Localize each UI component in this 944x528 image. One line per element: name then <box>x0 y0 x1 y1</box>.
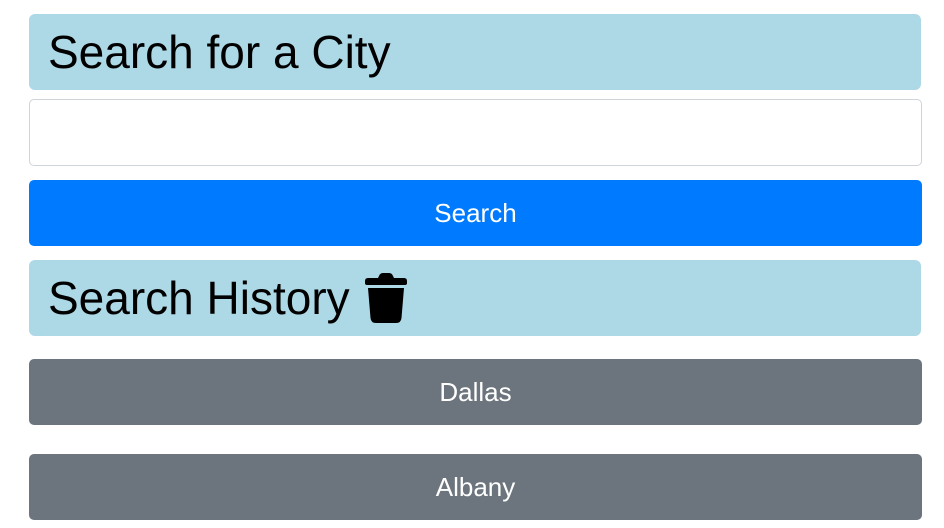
page: Search for a City Search Search History … <box>0 0 944 528</box>
history-item-dallas[interactable]: Dallas <box>29 359 922 425</box>
city-search-input[interactable] <box>29 99 922 166</box>
search-header: Search for a City <box>29 14 921 90</box>
history-header: Search History <box>29 260 921 336</box>
trash-icon[interactable] <box>364 273 408 323</box>
history-title: Search History <box>48 272 350 324</box>
search-button[interactable]: Search <box>29 180 922 246</box>
history-item-albany[interactable]: Albany <box>29 454 922 520</box>
search-title: Search for a City <box>48 26 391 78</box>
